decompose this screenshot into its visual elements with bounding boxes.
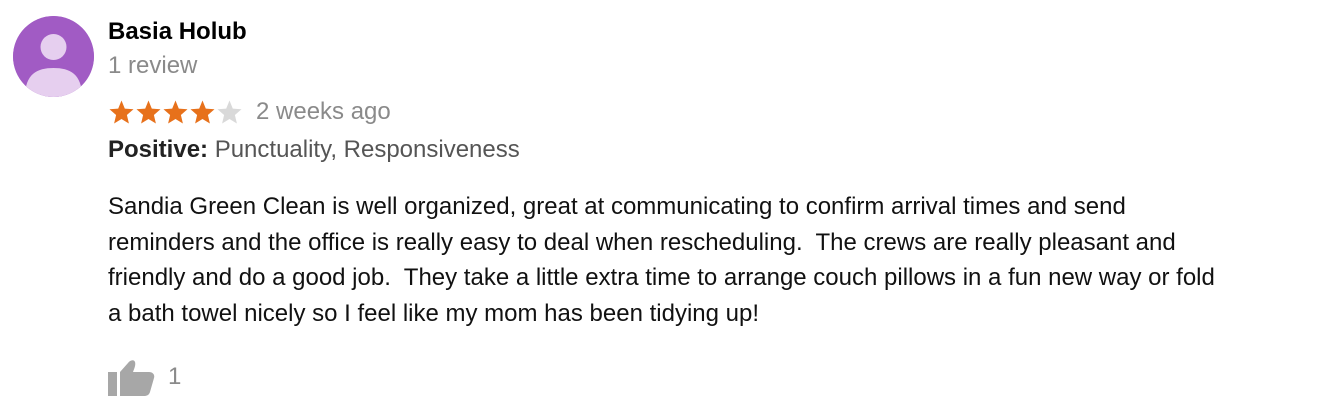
review-text-line: Sandia Green Clean is well organized, gr… [108, 193, 1126, 220]
review-count[interactable]: 1 review [108, 50, 197, 82]
star-outline-icon [216, 99, 243, 126]
like-row: 1 [108, 358, 181, 396]
attributes-label: Positive: [108, 136, 209, 163]
star-icon [108, 99, 135, 126]
star-icon [189, 99, 216, 126]
review-card: Basia Holub 1 review 2 weeks ago Positiv… [0, 0, 1344, 410]
review-attributes: Positive: Punctuality, Responsiveness [108, 134, 520, 166]
attributes-values: Punctuality, Responsiveness [208, 136, 520, 163]
rating-row: 2 weeks ago [108, 96, 391, 128]
review-text-line: friendly and do a good job. They take a … [108, 264, 1215, 291]
avatar[interactable] [13, 16, 94, 97]
like-button[interactable] [108, 358, 156, 396]
thumbs-up-icon [108, 360, 155, 396]
star-icon [162, 99, 189, 126]
star-icon [135, 99, 162, 126]
review-text: Sandia Green Clean is well organized, gr… [108, 189, 1333, 331]
default-person-icon [13, 16, 94, 97]
like-count: 1 [168, 363, 182, 390]
review-time: 2 weeks ago [256, 98, 391, 125]
review-text-line: reminders and the office is really easy … [108, 228, 1176, 256]
star-rating [108, 96, 243, 128]
reviewer-name[interactable]: Basia Holub [108, 16, 247, 48]
review-text-line: a bath towel nicely so I feel like my mo… [108, 299, 759, 327]
